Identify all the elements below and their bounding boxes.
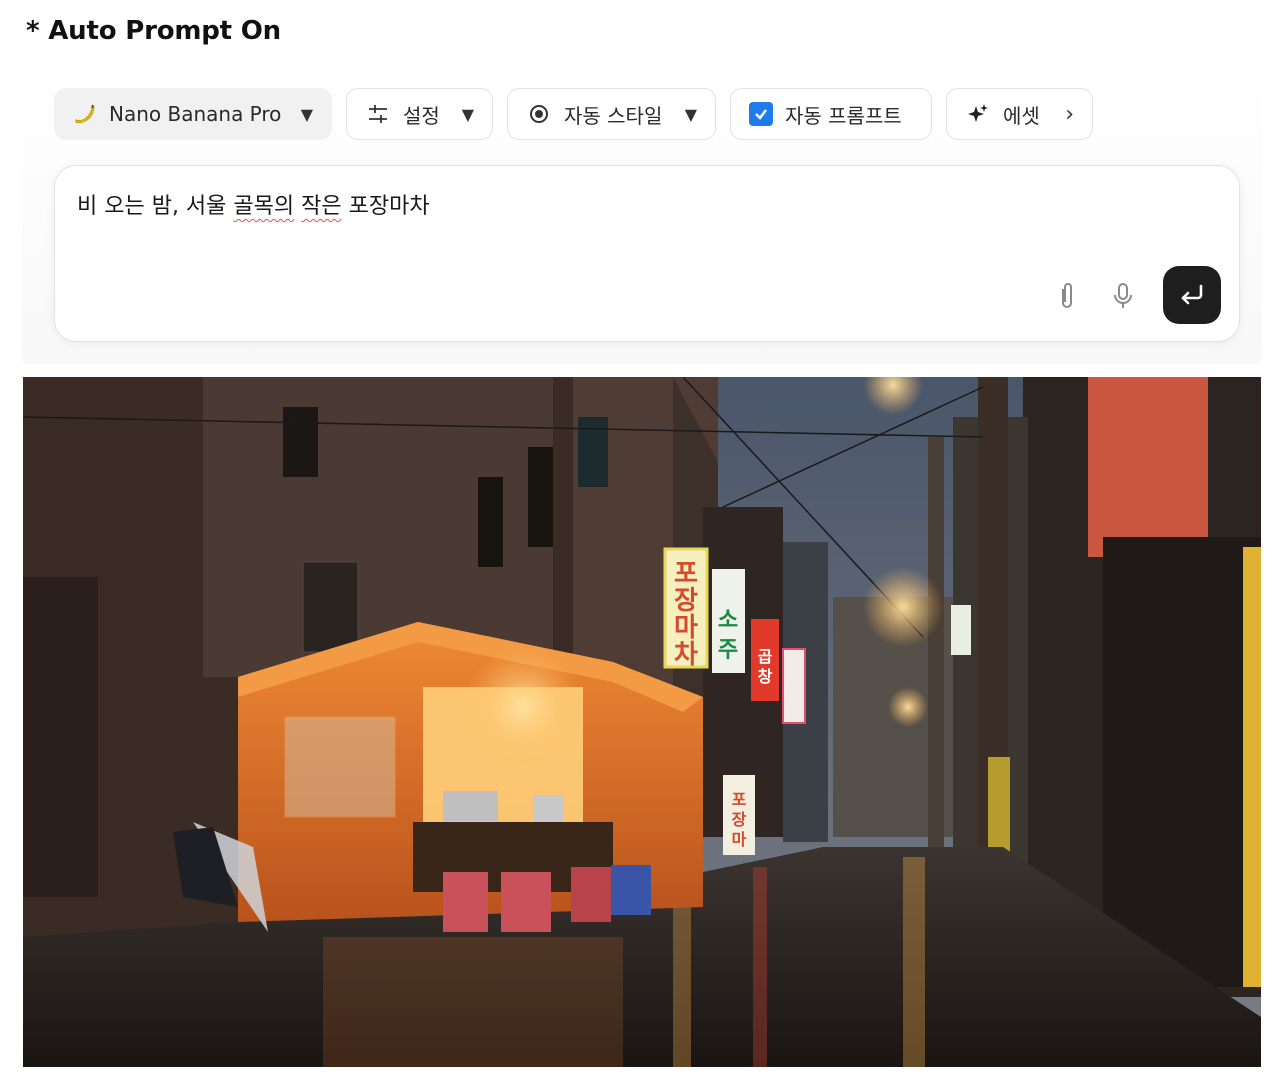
svg-text:포: 포 [732, 790, 747, 809]
svg-text:장: 장 [732, 810, 747, 829]
svg-text:마: 마 [732, 830, 747, 849]
microphone-button[interactable] [1105, 278, 1141, 314]
assets-button[interactable]: 에셋 › [946, 88, 1093, 140]
model-label: Nano Banana Pro [109, 102, 282, 126]
banana-icon [71, 101, 97, 127]
auto-prompt-toggle[interactable]: 자동 프롬프트 [730, 88, 932, 140]
page-title: * Auto Prompt On [26, 16, 281, 46]
settings-button[interactable]: 설정 ▼ [346, 88, 493, 140]
svg-text:창: 창 [758, 667, 773, 686]
chevron-down-icon: ▼ [684, 104, 697, 124]
svg-text:장: 장 [674, 586, 698, 616]
settings-label: 설정 [403, 103, 440, 128]
assets-label: 에셋 [1003, 103, 1040, 128]
prompt-text-start: 비 오는 밤, 서울 [77, 194, 234, 219]
svg-text:소: 소 [718, 608, 738, 633]
send-button[interactable] [1163, 266, 1221, 324]
microphone-icon [1114, 283, 1132, 308]
svg-text:곱: 곱 [758, 647, 773, 666]
sliders-icon [365, 101, 391, 127]
chevron-down-icon: ▼ [461, 104, 474, 124]
toolbar: Nano Banana Pro ▼ 설정 ▼ 자동 스타일 ▼ 자동 프롬프트 … [54, 88, 1093, 140]
svg-text:주: 주 [718, 638, 738, 663]
svg-text:마: 마 [674, 613, 698, 643]
paperclip-icon [1062, 283, 1072, 308]
generator-panel: Nano Banana Pro ▼ 설정 ▼ 자동 스타일 ▼ 자동 프롬프트 … [22, 72, 1262, 364]
svg-text:차: 차 [674, 640, 698, 670]
checkbox-icon[interactable] [749, 102, 773, 126]
pocha-sign-text-1: 포 [674, 559, 698, 589]
style-select[interactable]: 자동 스타일 ▼ [507, 88, 716, 140]
generated-image[interactable]: 포 장 마 차 소 주 곱 창 포 장 마 [23, 377, 1261, 1067]
enter-arrow-icon [1181, 284, 1203, 305]
style-icon [526, 101, 552, 127]
attach-button[interactable] [1049, 278, 1085, 314]
misspelled-word: 골목의 [233, 194, 295, 219]
style-label: 자동 스타일 [564, 103, 663, 128]
prompt-text[interactable]: 비 오는 밤, 서울 골목의 작은 포장마차 [77, 188, 430, 220]
misspelled-word: 작은 [301, 194, 342, 219]
sparkle-icon [965, 101, 991, 127]
model-select[interactable]: Nano Banana Pro ▼ [54, 88, 332, 140]
auto-prompt-label: 자동 프롬프트 [785, 103, 902, 128]
prompt-input[interactable]: 비 오는 밤, 서울 골목의 작은 포장마차 [54, 165, 1240, 342]
chevron-right-icon: › [1065, 101, 1074, 127]
chevron-down-icon: ▼ [300, 104, 313, 124]
prompt-text-end: 포장마차 [341, 194, 430, 219]
